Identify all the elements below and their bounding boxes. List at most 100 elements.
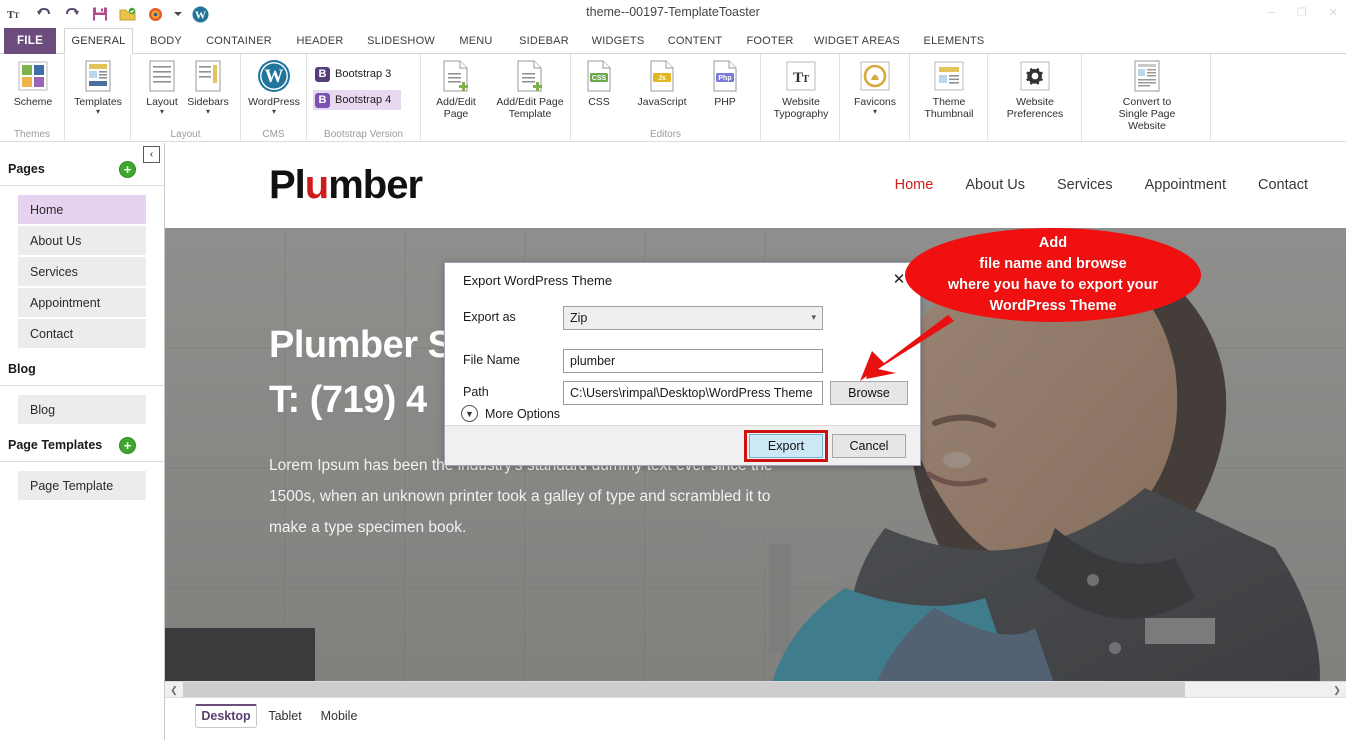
tab-elements[interactable]: ELEMENTS bbox=[914, 28, 994, 54]
path-value: C:\Users\rimpal\Desktop\WordPress Theme bbox=[570, 386, 813, 400]
ribbon-button-wordpress[interactable]: W WordPress ▾ bbox=[243, 58, 305, 116]
tab-desktop[interactable]: Desktop bbox=[195, 704, 257, 728]
add-page-button[interactable]: + bbox=[119, 161, 136, 178]
ribbon-group-editors: CSS CSS Js JavaScript Php PHP Editors bbox=[571, 54, 761, 142]
tab-general[interactable]: GENERAL bbox=[64, 28, 133, 54]
ribbon-group-label-layout: Layout bbox=[131, 129, 240, 140]
field-label-file-name: File Name bbox=[463, 353, 520, 367]
bootstrap-option-4[interactable]: B Bootstrap 4 bbox=[313, 90, 401, 110]
file-name-input[interactable]: plumber bbox=[563, 349, 823, 373]
theme-thumbnail-icon bbox=[918, 58, 980, 94]
ribbon-button-sidebars[interactable]: Sidebars ▾ bbox=[177, 58, 239, 116]
chevron-down-icon[interactable]: ▾ bbox=[177, 108, 239, 116]
ribbon-button-theme-thumbnail[interactable]: Theme Thumbnail bbox=[918, 58, 980, 120]
ribbon-button-website-typography[interactable]: TT Website Typography bbox=[769, 58, 833, 120]
export-as-value: Zip bbox=[570, 311, 587, 325]
sidebars-icon bbox=[177, 58, 239, 94]
ribbon-label-convert-to-single-page: Convert to Single Page Website bbox=[1112, 96, 1182, 132]
tab-footer[interactable]: FOOTER bbox=[740, 28, 800, 54]
tab-body[interactable]: BODY bbox=[140, 28, 192, 54]
sidebar-section-pages-header: Pages + bbox=[0, 154, 164, 186]
cancel-button[interactable]: Cancel bbox=[832, 434, 906, 458]
tab-widget-areas[interactable]: WIDGET AREAS bbox=[808, 28, 906, 54]
nav-item-appointment[interactable]: Appointment bbox=[1129, 177, 1242, 193]
tab-slideshow[interactable]: SLIDESHOW bbox=[360, 28, 442, 54]
ribbon: Scheme Themes Templates ▾ Layout ▾ bbox=[0, 54, 1346, 142]
svg-text:Js: Js bbox=[658, 75, 666, 82]
ribbon-button-add-edit-page-template[interactable]: Add/Edit Page Template bbox=[493, 58, 567, 120]
restore-button[interactable]: ❐ bbox=[1297, 6, 1307, 19]
nav-item-about-us[interactable]: About Us bbox=[949, 177, 1041, 193]
scroll-left-icon[interactable]: ❮ bbox=[165, 682, 183, 698]
site-logo-prefix: Pl bbox=[269, 163, 305, 207]
minimize-button[interactable]: ─ bbox=[1267, 7, 1275, 19]
hero-heading-line2: T: (719) 4 bbox=[269, 379, 427, 421]
path-input[interactable]: C:\Users\rimpal\Desktop\WordPress Theme bbox=[563, 381, 823, 405]
nav-item-services[interactable]: Services bbox=[1041, 177, 1129, 193]
sidebar-item-page-template[interactable]: Page Template bbox=[18, 471, 146, 500]
typography-icon: TT bbox=[769, 58, 833, 94]
preview-horizontal-scrollbar[interactable]: ❮ ❯ bbox=[165, 681, 1346, 697]
js-file-icon: Js bbox=[629, 58, 695, 94]
ribbon-button-php[interactable]: Php PHP bbox=[699, 58, 751, 108]
ribbon-button-website-preferences[interactable]: Website Preferences bbox=[1003, 58, 1067, 120]
export-as-select[interactable]: Zip ▾ bbox=[563, 306, 823, 330]
ribbon-button-css[interactable]: CSS CSS bbox=[573, 58, 625, 108]
tab-container[interactable]: CONTAINER bbox=[198, 28, 280, 54]
ribbon-button-add-edit-page[interactable]: Add/Edit Page bbox=[423, 58, 489, 120]
site-logo[interactable]: Plumber bbox=[269, 163, 422, 208]
sidebar-item-services[interactable]: Services bbox=[18, 257, 146, 286]
file-name-value: plumber bbox=[570, 354, 615, 368]
sidebar-section-title-blog: Blog bbox=[8, 362, 36, 376]
callout-line-2: file name and browse bbox=[948, 254, 1158, 275]
sidebar-item-blog[interactable]: Blog bbox=[18, 395, 146, 424]
tab-header[interactable]: HEADER bbox=[288, 28, 352, 54]
templatetoaster-window: TT W theme--00197-Templa bbox=[0, 0, 1346, 740]
ribbon-button-convert-to-single-page[interactable]: Convert to Single Page Website bbox=[1112, 58, 1182, 132]
tab-widgets[interactable]: WIDGETS bbox=[586, 28, 650, 54]
sidebar-item-contact[interactable]: Contact bbox=[18, 319, 146, 348]
ribbon-button-scheme[interactable]: Scheme bbox=[2, 58, 64, 108]
window-title: theme--00197-TemplateToaster bbox=[0, 5, 1346, 19]
scroll-right-icon[interactable]: ❯ bbox=[1328, 682, 1346, 698]
chevron-down-icon[interactable]: ▾ bbox=[67, 108, 129, 116]
bootstrap-option-3-label: Bootstrap 3 bbox=[335, 68, 391, 80]
tab-mobile[interactable]: Mobile bbox=[313, 704, 365, 728]
ribbon-button-javascript[interactable]: Js JavaScript bbox=[629, 58, 695, 108]
ribbon-button-templates[interactable]: Templates ▾ bbox=[67, 58, 129, 116]
sidebar-section-title-pages: Pages bbox=[8, 162, 45, 176]
tab-tablet[interactable]: Tablet bbox=[261, 704, 309, 728]
ribbon-label-theme-thumbnail: Theme Thumbnail bbox=[918, 96, 980, 120]
title-bar: TT W theme--00197-Templa bbox=[0, 0, 1346, 28]
chevron-down-icon[interactable]: ▾ bbox=[844, 108, 906, 116]
ribbon-group-website-preferences: Website Preferences bbox=[988, 54, 1082, 142]
more-options-toggle[interactable]: ▼ More Options bbox=[461, 405, 560, 422]
tab-menu[interactable]: MENU bbox=[450, 28, 502, 54]
ribbon-label-javascript: JavaScript bbox=[629, 96, 695, 108]
nav-item-contact[interactable]: Contact bbox=[1242, 177, 1324, 193]
ribbon-group-convert-single-page: Convert to Single Page Website bbox=[1082, 54, 1211, 142]
annotation-arrow-icon bbox=[826, 315, 956, 385]
export-button[interactable]: Export bbox=[749, 434, 823, 458]
add-page-template-button[interactable]: + bbox=[119, 437, 136, 454]
scrollbar-thumb[interactable] bbox=[183, 682, 1185, 698]
nav-item-home[interactable]: Home bbox=[879, 177, 950, 193]
sidebar-item-appointment[interactable]: Appointment bbox=[18, 288, 146, 317]
ribbon-button-favicons[interactable]: Favicons ▾ bbox=[844, 58, 906, 116]
ribbon-label-website-typography: Website Typography bbox=[769, 96, 833, 120]
wordpress-icon: W bbox=[243, 58, 305, 94]
ribbon-label-scheme: Scheme bbox=[2, 96, 64, 108]
sidebar-section-blog-header: Blog bbox=[0, 354, 164, 386]
dialog-title: Export WordPress Theme bbox=[463, 273, 612, 288]
sidebar-item-home[interactable]: Home bbox=[18, 195, 146, 224]
tab-content[interactable]: CONTENT bbox=[660, 28, 730, 54]
tab-file[interactable]: FILE bbox=[4, 28, 56, 54]
chevron-down-icon: ▾ bbox=[811, 312, 816, 323]
window-controls: ─ ❐ ✕ bbox=[1267, 6, 1338, 19]
site-logo-accent: u bbox=[305, 163, 328, 207]
tab-sidebar[interactable]: SIDEBAR bbox=[512, 28, 576, 54]
sidebar-item-about-us[interactable]: About Us bbox=[18, 226, 146, 255]
close-button[interactable]: ✕ bbox=[1329, 6, 1338, 19]
bootstrap-option-3[interactable]: B Bootstrap 3 bbox=[313, 64, 401, 84]
chevron-down-icon[interactable]: ▾ bbox=[243, 108, 305, 116]
